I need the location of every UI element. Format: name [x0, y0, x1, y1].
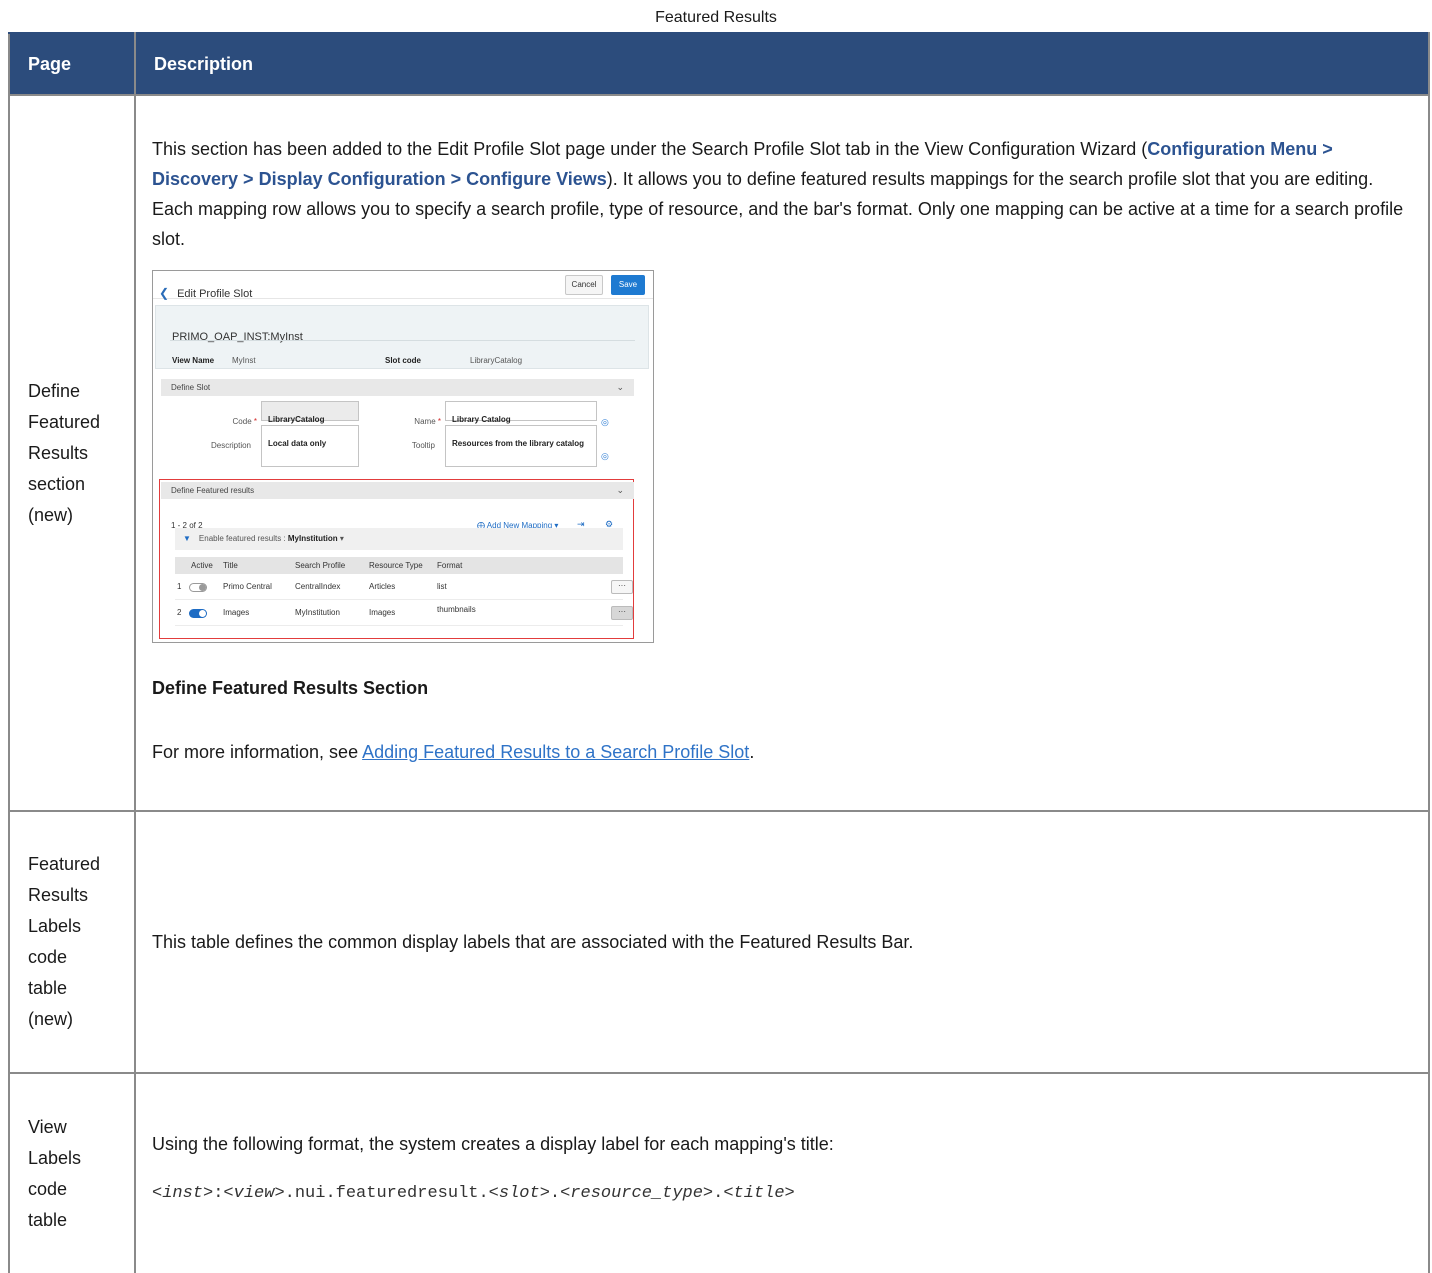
table-row: Define Featured Results section (new) Th… [8, 94, 1430, 812]
description-field[interactable]: Local data only [261, 424, 359, 467]
description-cell: Using the following format, the system c… [134, 1072, 1430, 1273]
active-toggle[interactable] [189, 582, 207, 592]
label-format-code: <inst>:<view>.nui.featuredresult.<slot>.… [152, 1183, 795, 1203]
globe-icon[interactable]: ◎ [601, 407, 609, 437]
row-actions-button[interactable]: ··· [611, 579, 633, 594]
tooltip-field[interactable]: Resources from the library catalog [445, 424, 597, 467]
page-cell: Define Featured Results section (new) [8, 94, 136, 812]
back-chevron-icon: ❮ [159, 285, 170, 300]
table-caption: Featured Results [655, 9, 777, 26]
define-slot-header[interactable]: Define Slot ⌄ [161, 378, 634, 396]
row-actions-button[interactable]: ··· [611, 605, 633, 620]
slot-info-card: PRIMO_OAP_INST:MyInst View Name MyInst S… [155, 304, 649, 369]
table-row: Featured Results Labels code table (new)… [8, 810, 1430, 1074]
filter-icon: ▼ [183, 533, 191, 543]
description-cell: This section has been added to the Edit … [134, 94, 1430, 812]
edit-profile-slot-screenshot: ❮ Edit Profile Slot Cancel Save PRIMO_OAP… [152, 269, 654, 643]
enable-filter[interactable]: ▼ Enable featured results : MyInstitution… [175, 527, 623, 550]
active-toggle[interactable] [189, 608, 207, 618]
code-field[interactable]: LibraryCatalog [261, 400, 359, 424]
figure-caption: Define Featured Results Section [152, 677, 429, 698]
globe-icon[interactable]: ◎ [601, 441, 609, 471]
mapping-table-header: Active Title Search Profile Resource Typ… [175, 556, 623, 574]
page-cell: Featured Results Labels code table (new) [8, 810, 136, 1074]
table-row: 1 Primo Central CentralIndex Articles li… [175, 574, 633, 600]
intro-paragraph: This section has been added to the Edit … [152, 138, 1404, 249]
header-page: Page [8, 32, 136, 96]
save-button[interactable]: Save [611, 274, 645, 295]
header-description: Description [134, 32, 1430, 96]
table-row: 2 Images MyInstitution Images thumbnails… [175, 600, 633, 626]
header-row: Page Description [8, 32, 1430, 96]
chevron-down-icon: ⌄ [616, 381, 624, 392]
description-text: Using the following format, the system c… [152, 1133, 834, 1154]
description-text: This table defines the common display la… [152, 932, 914, 952]
cancel-button[interactable]: Cancel [565, 274, 603, 295]
chevron-down-icon: ⌄ [616, 484, 624, 495]
page-cell: View Labels code table [8, 1072, 136, 1273]
description-cell: This table defines the common display la… [134, 810, 1430, 1074]
define-featured-header[interactable]: Define Featured results ⌄ [161, 481, 634, 499]
more-info: For more information, see Adding Feature… [152, 741, 755, 762]
featured-results-table: Page Description Define Featured Results… [8, 32, 1430, 1273]
table-row: View Labels code table Using the followi… [8, 1072, 1430, 1273]
featured-results-link[interactable]: Adding Featured Results to a Search Prof… [362, 742, 749, 762]
name-field[interactable]: Library Catalog [445, 400, 597, 424]
